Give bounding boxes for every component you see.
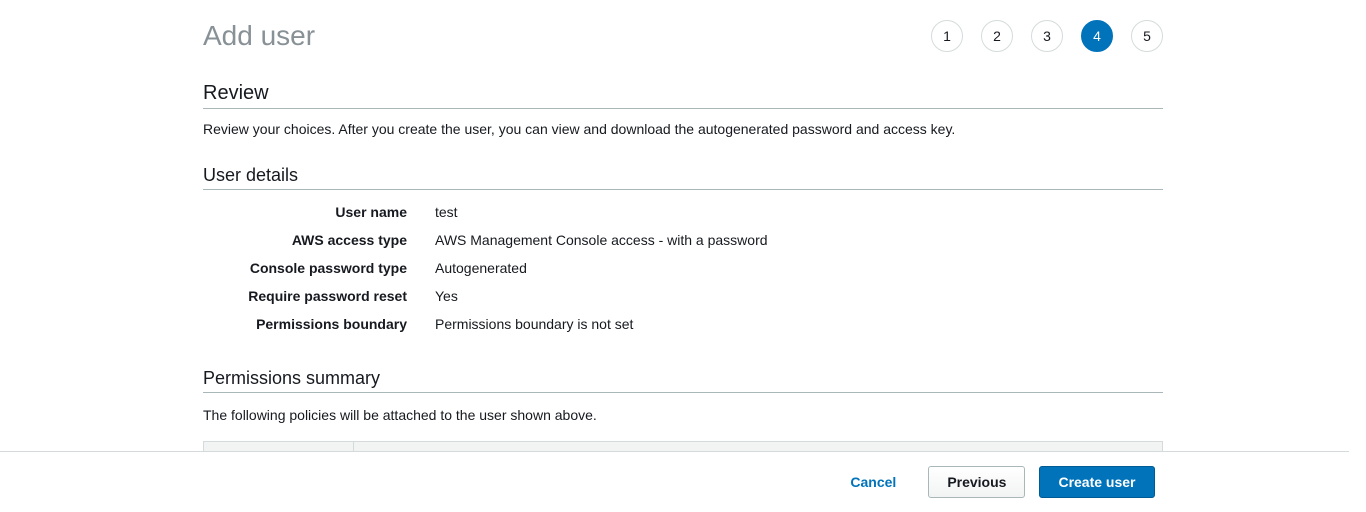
detail-label: AWS access type [203, 232, 435, 248]
footer-bar: Cancel Previous Create user [0, 451, 1349, 512]
detail-value: test [435, 204, 458, 220]
page-title: Add user [203, 20, 315, 52]
detail-row-permissions-boundary: Permissions boundary Permissions boundar… [203, 316, 1163, 332]
detail-value: Yes [435, 288, 458, 304]
detail-row-password-type: Console password type Autogenerated [203, 260, 1163, 276]
wizard-step-5[interactable]: 5 [1131, 20, 1163, 52]
detail-label: Require password reset [203, 288, 435, 304]
wizard-step-3[interactable]: 3 [1031, 20, 1063, 52]
previous-button[interactable]: Previous [928, 466, 1025, 498]
user-details-heading: User details [203, 165, 1163, 190]
user-details-list: User name test AWS access type AWS Manag… [203, 204, 1163, 332]
wizard-step-4[interactable]: 4 [1081, 20, 1113, 52]
detail-row-password-reset: Require password reset Yes [203, 288, 1163, 304]
review-description: Review your choices. After you create th… [203, 121, 1163, 137]
detail-value: AWS Management Console access - with a p… [435, 232, 768, 248]
create-user-button[interactable]: Create user [1039, 466, 1154, 498]
wizard-step-2[interactable]: 2 [981, 20, 1013, 52]
wizard-step-1[interactable]: 1 [931, 20, 963, 52]
detail-label: Console password type [203, 260, 435, 276]
detail-row-username: User name test [203, 204, 1163, 220]
wizard-steps: 1 2 3 4 5 [931, 20, 1163, 52]
detail-label: Permissions boundary [203, 316, 435, 332]
detail-row-access-type: AWS access type AWS Management Console a… [203, 232, 1163, 248]
permissions-summary-description: The following policies will be attached … [203, 407, 1163, 423]
review-heading: Review [203, 82, 1163, 109]
detail-value: Autogenerated [435, 260, 527, 276]
cancel-button[interactable]: Cancel [832, 467, 914, 497]
detail-value: Permissions boundary is not set [435, 316, 633, 332]
permissions-summary-heading: Permissions summary [203, 368, 1163, 393]
detail-label: User name [203, 204, 435, 220]
